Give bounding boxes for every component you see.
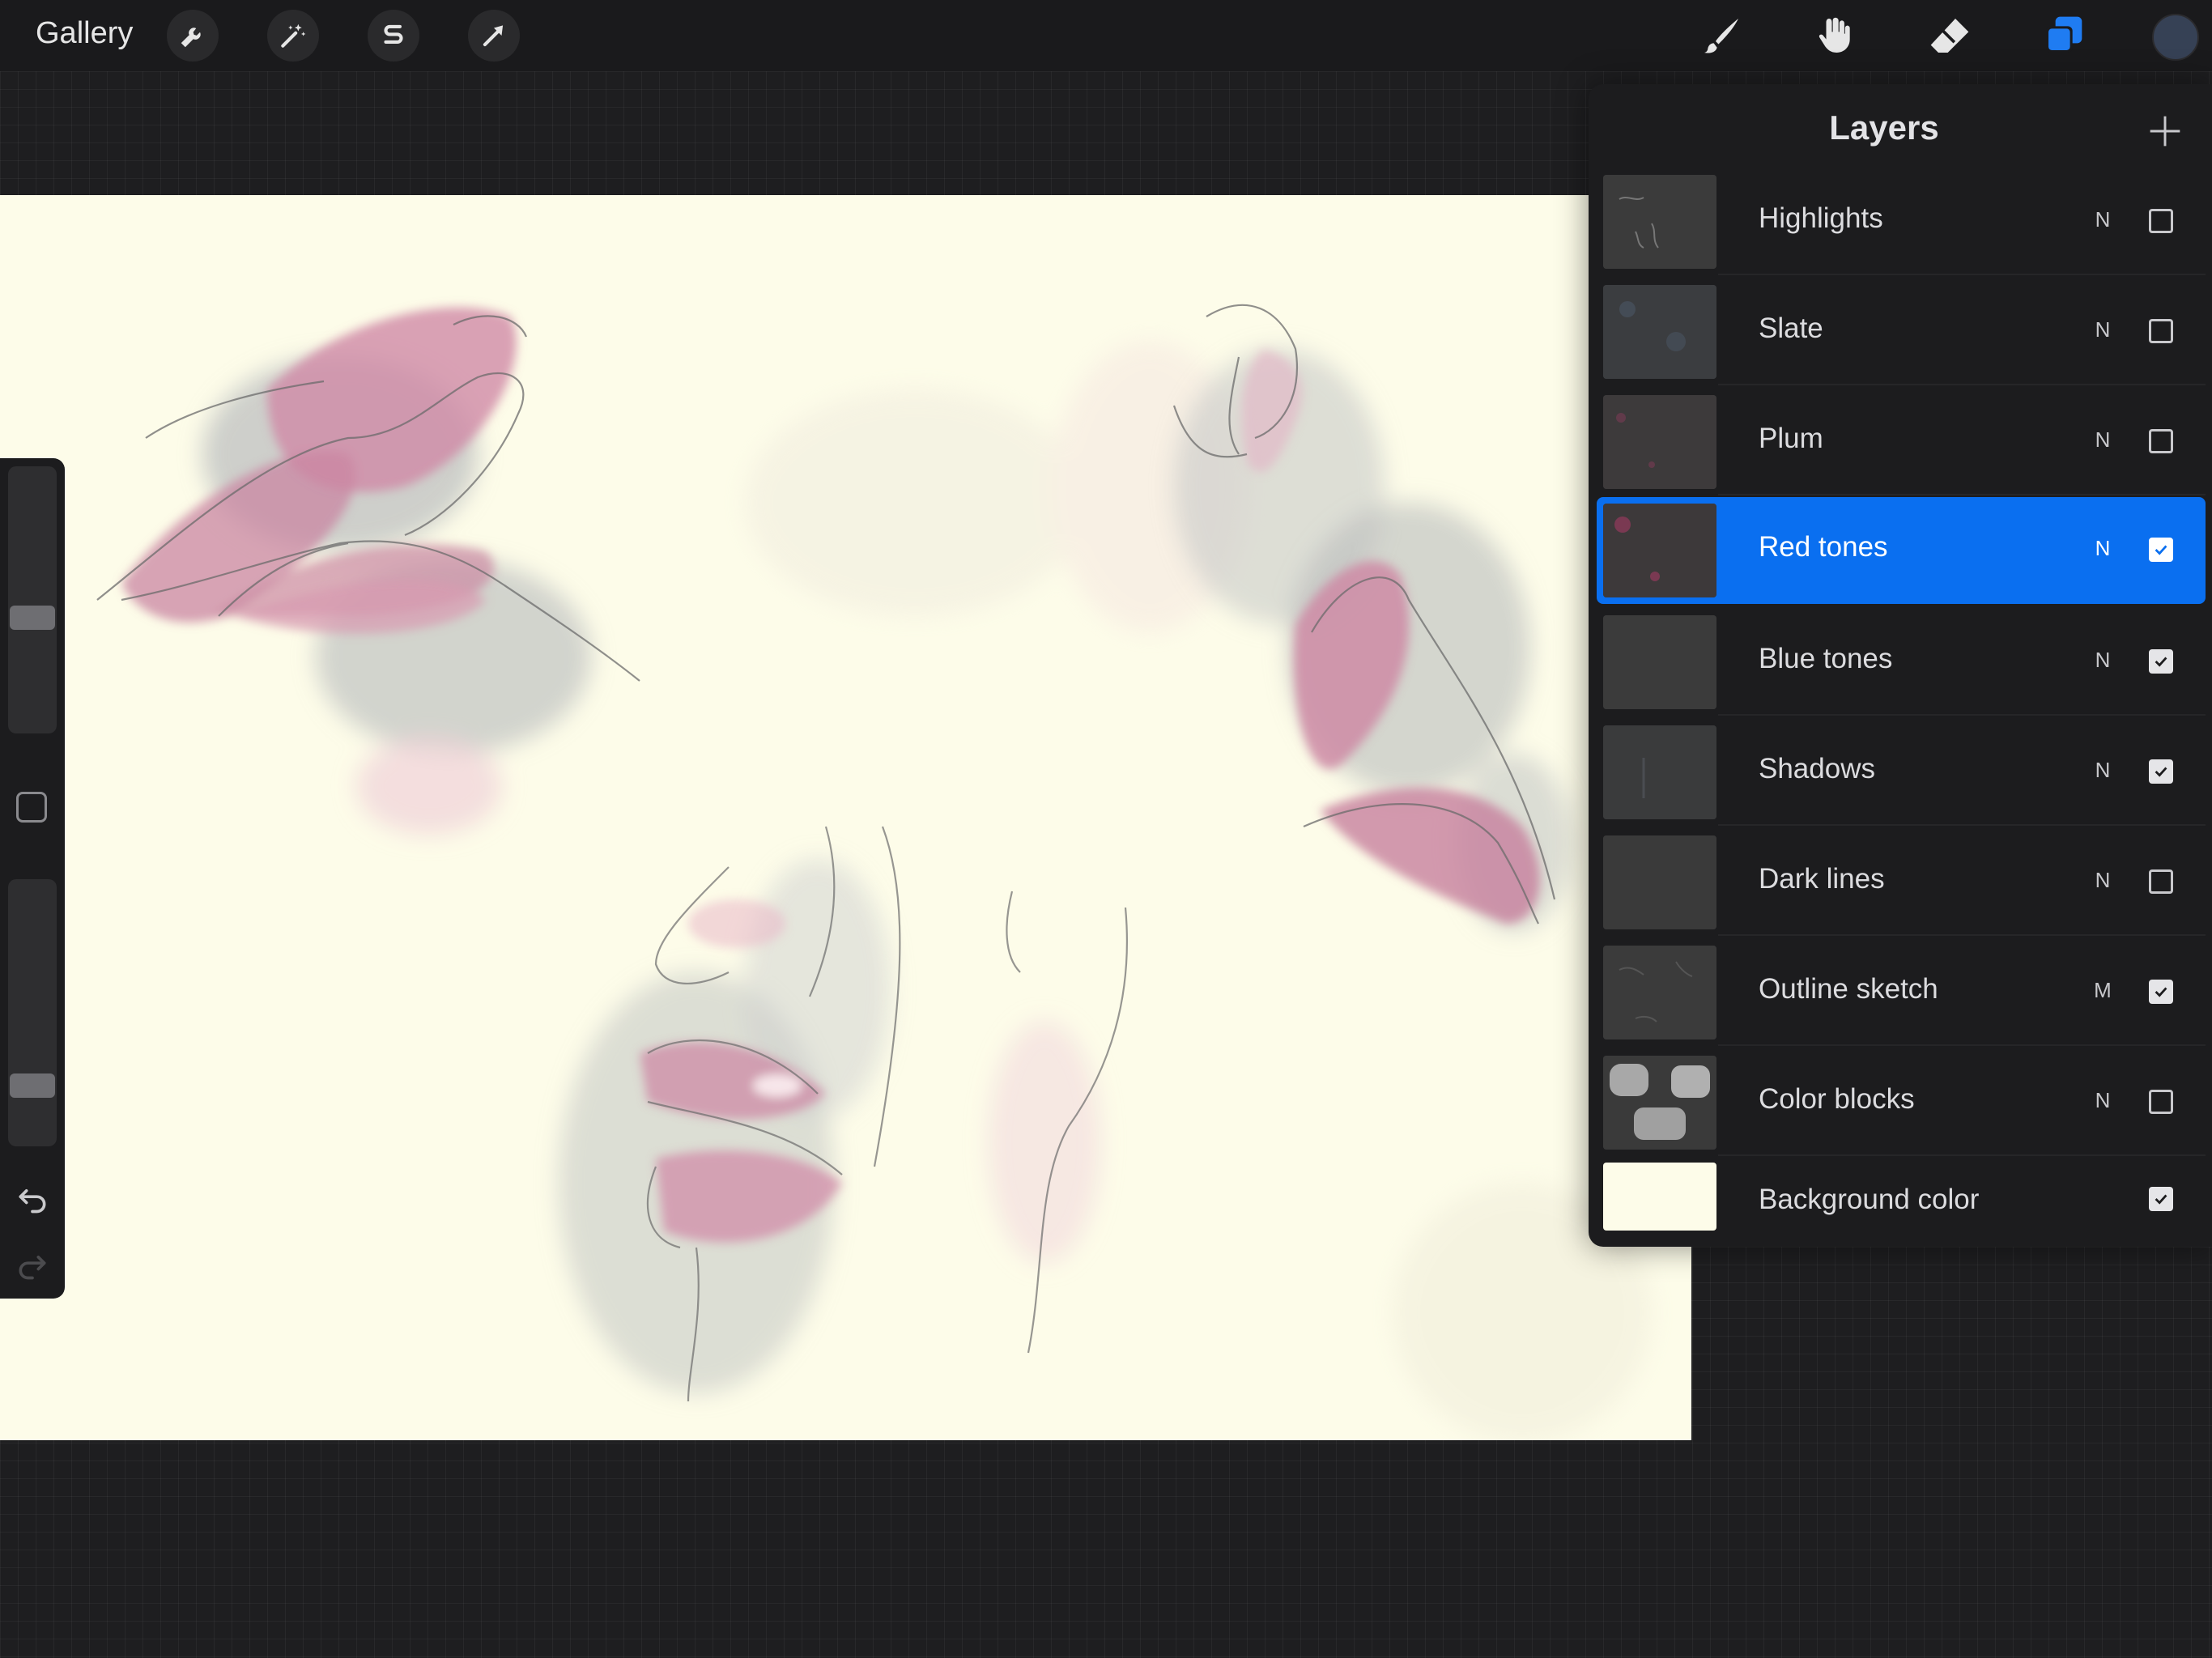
divider [1718, 494, 2206, 495]
layer-row-slate[interactable]: Slate N [1597, 278, 2206, 385]
visibility-checkbox[interactable] [2149, 1090, 2173, 1114]
drawing-canvas[interactable] [0, 195, 1691, 1440]
layer-thumbnail [1603, 285, 1716, 379]
layer-row-plum[interactable]: Plum N [1597, 389, 2206, 495]
gallery-button[interactable]: Gallery [36, 16, 133, 51]
layer-row-outline-sketch[interactable]: Outline sketch M [1597, 939, 2206, 1046]
visibility-checkbox[interactable] [2149, 1187, 2173, 1211]
adjustments-wand-icon[interactable] [267, 10, 319, 62]
visibility-checkbox[interactable] [2149, 980, 2173, 1004]
divider [1718, 824, 2206, 826]
top-toolbar: Gallery [0, 0, 2212, 71]
blend-mode-button[interactable]: N [2091, 1088, 2115, 1113]
background-color-swatch[interactable] [1603, 1163, 1716, 1231]
blend-mode-button[interactable]: N [2091, 427, 2115, 453]
blend-mode-button[interactable]: N [2091, 207, 2115, 232]
layers-panel-title: Layers [1829, 108, 1939, 147]
layer-thumbnail [1603, 946, 1716, 1039]
blend-mode-button[interactable]: N [2091, 648, 2115, 673]
blend-mode-button[interactable]: N [2091, 317, 2115, 342]
layer-name: Highlights [1759, 202, 1883, 234]
left-sidebar [0, 458, 65, 1299]
layer-row-color-blocks[interactable]: Color blocks N [1597, 1049, 2206, 1156]
plus-icon[interactable] [2147, 113, 2183, 149]
layer-name: Blue tones [1759, 643, 1893, 674]
layer-name: Dark lines [1759, 863, 1885, 895]
layer-name: Slate [1759, 312, 1823, 344]
visibility-checkbox[interactable] [2149, 429, 2173, 453]
layer-thumbnail [1603, 725, 1716, 819]
visibility-checkbox[interactable] [2149, 209, 2173, 233]
selection-s-icon[interactable] [368, 10, 419, 62]
layer-name: Shadows [1759, 753, 1875, 784]
layer-thumbnail [1603, 395, 1716, 489]
brush-size-slider[interactable] [8, 466, 57, 733]
layer-name: Outline sketch [1759, 973, 1938, 1005]
visibility-checkbox[interactable] [2149, 538, 2173, 562]
color-picker-swatch[interactable] [2152, 14, 2199, 61]
layers-panel: Layers Highlights N Slate N Plum N Red t… [1589, 84, 2212, 1247]
visibility-checkbox[interactable] [2149, 649, 2173, 674]
actions-wrench-icon[interactable] [167, 10, 219, 62]
visibility-checkbox[interactable] [2149, 869, 2173, 894]
layer-thumbnail [1603, 504, 1716, 597]
blend-mode-button[interactable]: M [2091, 978, 2115, 1003]
undo-icon[interactable] [15, 1180, 50, 1216]
layer-thumbnail [1603, 615, 1716, 709]
visibility-checkbox[interactable] [2149, 319, 2173, 343]
blend-mode-button[interactable]: N [2091, 868, 2115, 893]
layer-thumbnail [1603, 175, 1716, 269]
layer-row-background-color[interactable]: Background color [1597, 1158, 2206, 1242]
modify-square-icon[interactable] [16, 792, 47, 823]
brush-icon[interactable] [1695, 10, 1747, 62]
divider [1718, 934, 2206, 936]
smudge-icon[interactable] [1809, 10, 1861, 62]
layer-row-blue-tones[interactable]: Blue tones N [1597, 609, 2206, 716]
layer-row-shadows[interactable]: Shadows N [1597, 719, 2206, 826]
layer-name: Color blocks [1759, 1083, 1915, 1115]
divider [1718, 714, 2206, 716]
layer-thumbnail [1603, 1056, 1716, 1150]
lips-sketch-artwork [96, 304, 1652, 1440]
layer-thumbnail [1603, 835, 1716, 929]
divider [1718, 274, 2206, 275]
layer-name: Background color [1759, 1184, 1980, 1215]
layer-row-highlights[interactable]: Highlights N [1597, 168, 2206, 275]
opacity-thumb[interactable] [10, 1073, 55, 1098]
eraser-icon[interactable] [1924, 10, 1976, 62]
layer-row-red-tones[interactable]: Red tones N [1597, 497, 2206, 604]
layer-row-dark-lines[interactable]: Dark lines N [1597, 829, 2206, 936]
blend-mode-button[interactable]: N [2091, 758, 2115, 783]
layers-icon[interactable] [2037, 10, 2089, 62]
divider [1718, 384, 2206, 385]
divider [1718, 1044, 2206, 1046]
visibility-checkbox[interactable] [2149, 759, 2173, 784]
opacity-slider[interactable] [8, 879, 57, 1146]
divider [1718, 1154, 2206, 1156]
transform-arrow-icon[interactable] [468, 10, 520, 62]
brush-size-thumb[interactable] [10, 606, 55, 630]
redo-icon[interactable] [15, 1247, 50, 1282]
layer-name: Red tones [1759, 531, 1888, 563]
layer-name: Plum [1759, 423, 1823, 454]
blend-mode-button[interactable]: N [2091, 536, 2115, 561]
